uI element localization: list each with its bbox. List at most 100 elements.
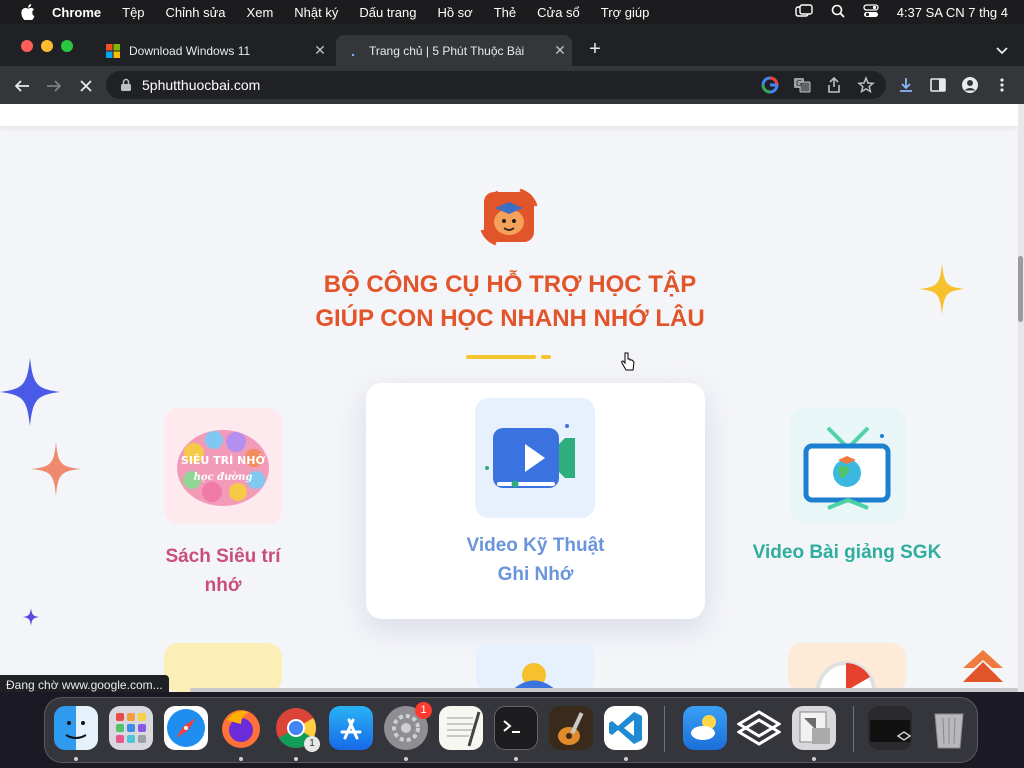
card-label-line-1: Video Kỹ Thuật bbox=[466, 535, 605, 556]
menu-window[interactable]: Cửa sổ bbox=[537, 5, 580, 20]
next-card-thumbnail[interactable] bbox=[476, 643, 594, 692]
heading-line-2: GIÚP CON HỌC NHANH NHỚ LÂU bbox=[315, 305, 705, 332]
window-zoom-button[interactable] bbox=[61, 40, 73, 52]
lock-icon[interactable] bbox=[120, 78, 132, 92]
launchpad-icon[interactable] bbox=[109, 706, 153, 750]
tab-title: Trang chủ | 5 Phút Thuộc Bài bbox=[369, 43, 525, 58]
menu-profiles[interactable]: Hồ sơ bbox=[437, 5, 472, 20]
menu-help[interactable]: Trợ giúp bbox=[601, 5, 650, 20]
scroll-to-top-icon[interactable] bbox=[962, 648, 1004, 684]
macos-menu-bar: Chrome Tệp Chỉnh sửa Xem Nhật ký Dấu tra… bbox=[0, 0, 1024, 24]
heading-underline-dot bbox=[541, 355, 551, 359]
parallels-icon[interactable] bbox=[736, 706, 782, 750]
menu-app-name[interactable]: Chrome bbox=[52, 5, 101, 20]
menu-history[interactable]: Nhật ký bbox=[294, 5, 338, 20]
vertical-scrollbar[interactable] bbox=[1018, 104, 1024, 692]
heading-line-1: BỘ CÔNG CỤ HỖ TRỢ HỌC TẬP bbox=[323, 271, 697, 298]
tab-close-icon[interactable]: ✕ bbox=[548, 42, 572, 59]
terminal-icon[interactable] bbox=[494, 706, 538, 750]
translate-icon[interactable]: G bbox=[792, 75, 812, 95]
menu-view[interactable]: Xem bbox=[247, 5, 274, 20]
forward-button[interactable] bbox=[43, 75, 65, 97]
sieu-tri-nho-thumbnail[interactable]: SIÊU TRÍ NHỚ học đường bbox=[164, 408, 282, 524]
new-tab-button[interactable]: + bbox=[584, 37, 606, 61]
finder-icon[interactable] bbox=[54, 706, 98, 750]
tab-close-icon[interactable]: ✕ bbox=[308, 42, 332, 59]
app-running-dot bbox=[294, 757, 298, 761]
blue-sparkle-icon bbox=[0, 358, 60, 426]
next-card-thumbnail[interactable] bbox=[164, 643, 282, 692]
app-running-dot bbox=[404, 757, 408, 761]
windows-logo-icon bbox=[106, 43, 120, 58]
svg-text:G: G bbox=[796, 79, 802, 88]
trash-icon[interactable] bbox=[927, 706, 971, 750]
card-label-line-2: Ghi Nhớ bbox=[497, 564, 574, 585]
thumb-title: SIÊU TRÍ NHỚ bbox=[181, 454, 266, 467]
chrome-badge: 1 bbox=[304, 736, 320, 752]
card-label[interactable]: Video Kỹ Thuật Ghi Nhớ bbox=[366, 531, 705, 589]
menu-file[interactable]: Tệp bbox=[122, 5, 144, 20]
card-label-line-2: nhớ bbox=[204, 575, 242, 596]
thumb-subtitle: học đường bbox=[194, 472, 253, 483]
video-camera-thumbnail[interactable] bbox=[475, 398, 595, 518]
url-text[interactable]: 5phutthuocbai.com bbox=[142, 77, 260, 93]
garageband-icon[interactable] bbox=[549, 706, 593, 750]
firefox-icon[interactable] bbox=[219, 706, 263, 750]
site-logo[interactable] bbox=[478, 186, 540, 248]
small-purple-sparkle-icon bbox=[23, 608, 39, 626]
bookmark-star-icon[interactable] bbox=[856, 75, 876, 95]
coral-sparkle-icon bbox=[31, 442, 81, 496]
system-settings-icon[interactable]: 1 bbox=[384, 702, 432, 750]
control-center-icon[interactable] bbox=[863, 3, 879, 21]
section-heading: BỘ CÔNG CỤ HỖ TRỢ HỌC TẬP GIÚP CON HỌC N… bbox=[250, 268, 770, 336]
heading-underline bbox=[466, 355, 536, 359]
download-icon[interactable] bbox=[896, 75, 916, 95]
stop-loading-button[interactable] bbox=[75, 75, 97, 97]
app-running-dot bbox=[812, 757, 816, 761]
vertical-scrollbar-thumb[interactable] bbox=[1018, 256, 1023, 322]
chrome-icon[interactable]: 1 bbox=[274, 706, 320, 752]
card-label[interactable]: Sách Siêu trí nhớ bbox=[150, 542, 296, 600]
settings-badge: 1 bbox=[415, 702, 432, 719]
weather-icon[interactable] bbox=[683, 706, 727, 750]
app-running-dot bbox=[74, 757, 78, 761]
app-running-dot bbox=[239, 757, 243, 761]
google-lens-icon[interactable] bbox=[760, 75, 780, 95]
chrome-menu-icon[interactable] bbox=[992, 75, 1012, 95]
app-running-dot bbox=[624, 757, 628, 761]
menu-clock[interactable]: 4:37 SA CN 7 thg 4 bbox=[897, 5, 1008, 20]
apple-menu-icon[interactable] bbox=[18, 0, 38, 24]
side-panel-icon[interactable] bbox=[928, 75, 948, 95]
tool-card-video-bai-giang-sgk[interactable]: Video Bài giảng SGK bbox=[740, 404, 954, 574]
screen-mirroring-icon[interactable] bbox=[795, 3, 813, 21]
menu-edit[interactable]: Chỉnh sửa bbox=[166, 5, 226, 20]
spotlight-search-icon[interactable] bbox=[831, 4, 845, 21]
textedit-icon[interactable] bbox=[439, 706, 483, 750]
safari-icon[interactable] bbox=[164, 706, 208, 750]
card-label[interactable]: Video Bài giảng SGK bbox=[740, 538, 954, 567]
menu-tab[interactable]: Thẻ bbox=[494, 5, 516, 20]
tab-title: Download Windows 11 bbox=[129, 43, 251, 58]
window-close-button[interactable] bbox=[21, 40, 33, 52]
tool-card-sieu-tri-nho[interactable]: SIÊU TRÍ NHỚ học đường Sách Siêu trí nhớ bbox=[150, 404, 296, 604]
share-icon[interactable] bbox=[824, 75, 844, 95]
yellow-sparkle-icon bbox=[919, 263, 965, 315]
tab-download-windows[interactable]: Download Windows 11 ✕ bbox=[96, 35, 332, 66]
vscode-icon[interactable] bbox=[604, 706, 648, 750]
menu-bookmarks[interactable]: Dấu trang bbox=[359, 5, 416, 20]
window-minimize-button[interactable] bbox=[41, 40, 53, 52]
tab-search-chevron-icon[interactable] bbox=[992, 40, 1012, 60]
profile-avatar-icon[interactable] bbox=[960, 75, 980, 95]
app-store-icon[interactable] bbox=[329, 706, 373, 750]
back-button[interactable] bbox=[11, 75, 33, 97]
screen-thumbnail-icon[interactable] bbox=[868, 706, 912, 750]
preview-icon[interactable] bbox=[792, 706, 836, 750]
tool-card-video-ky-thuat-ghi-nho[interactable]: Video Kỹ Thuật Ghi Nhớ bbox=[366, 383, 705, 619]
site-header-strip bbox=[0, 104, 1018, 126]
card-label-line-1: Sách Siêu trí bbox=[165, 546, 281, 567]
tab-5phutthuocbai[interactable]: Trang chủ | 5 Phút Thuộc Bài ✕ bbox=[336, 35, 572, 66]
next-card-thumbnail[interactable] bbox=[788, 643, 906, 721]
dock-separator bbox=[853, 706, 854, 752]
tv-globe-thumbnail[interactable] bbox=[790, 408, 906, 524]
app-running-dot bbox=[514, 757, 518, 761]
